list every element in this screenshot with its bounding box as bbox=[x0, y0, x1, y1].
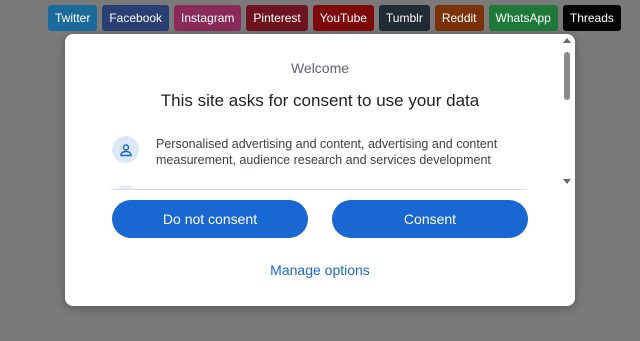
consent-button[interactable]: Consent bbox=[332, 200, 528, 238]
manage-options-link[interactable]: Manage options bbox=[65, 262, 575, 278]
dialog-welcome: Welcome bbox=[290, 60, 350, 76]
share-facebook-button[interactable]: Facebook bbox=[102, 5, 170, 31]
purpose-item: Personalised advertising and content, ad… bbox=[112, 136, 532, 168]
share-twitter-button[interactable]: Twitter bbox=[48, 5, 98, 31]
scroll-up-arrow-icon[interactable] bbox=[563, 38, 571, 43]
person-icon bbox=[112, 136, 139, 163]
social-share-bar: Twitter Facebook Instagram Pinterest You… bbox=[48, 5, 621, 31]
consent-dialog: Welcome This site asks for consent to us… bbox=[65, 34, 575, 306]
share-reddit-button[interactable]: Reddit bbox=[434, 5, 484, 31]
share-instagram-button[interactable]: Instagram bbox=[174, 5, 242, 31]
dialog-title: This site asks for consent to use your d… bbox=[160, 91, 480, 110]
scroll-down-arrow-icon[interactable] bbox=[563, 179, 571, 184]
share-pinterest-button[interactable]: Pinterest bbox=[246, 5, 308, 31]
share-threads-button[interactable]: Threads bbox=[562, 5, 621, 31]
consent-scroll-area[interactable]: Welcome This site asks for consent to us… bbox=[65, 34, 575, 190]
scrollbar-thumb[interactable] bbox=[564, 52, 570, 100]
purpose-text: Personalised advertising and content, ad… bbox=[156, 137, 498, 167]
do-not-consent-button[interactable]: Do not consent bbox=[112, 200, 308, 238]
share-youtube-button[interactable]: YouTube bbox=[312, 5, 374, 31]
divider bbox=[111, 189, 527, 190]
share-whatsapp-button[interactable]: WhatsApp bbox=[488, 5, 558, 31]
scrollbar[interactable] bbox=[563, 38, 572, 184]
share-tumblr-button[interactable]: Tumblr bbox=[378, 5, 430, 31]
